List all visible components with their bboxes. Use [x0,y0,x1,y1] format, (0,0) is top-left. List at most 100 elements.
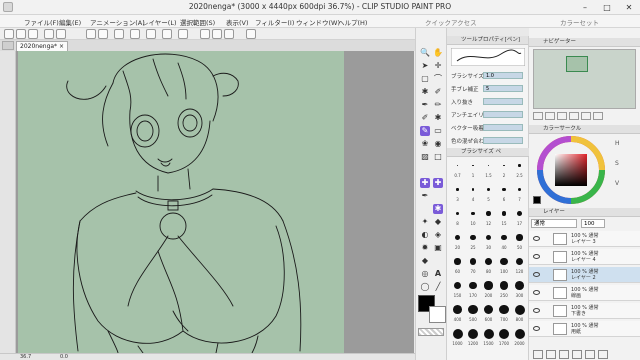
fit-icon[interactable] [557,112,567,120]
brush-size-cell[interactable]: 170 [466,278,481,301]
brush-size-cell[interactable]: 70 [466,254,481,277]
canvas-viewport[interactable] [16,51,414,353]
text-tool-icon[interactable]: ✒ [420,191,430,201]
figure-tool-icon[interactable]: □ [433,152,443,162]
opacity-field[interactable]: 100 [581,219,605,228]
brush-size-cell[interactable]: 12 [481,206,496,229]
pencil-tool-icon[interactable]: ✏ [433,100,443,110]
crop-icon[interactable] [162,29,172,39]
minimize-button[interactable]: – [574,1,596,14]
brush-size-cell[interactable]: 1 [466,158,481,181]
rotate-left-icon[interactable] [569,112,579,120]
graphic-tool-icon[interactable]: ◆ [420,256,430,266]
lasso-tool-icon[interactable]: ⌒ [433,74,443,84]
zoom-in-icon[interactable] [533,112,543,120]
new-folder-icon[interactable] [559,350,569,359]
brush-size-cell[interactable]: 30 [481,230,496,253]
layer-row[interactable]: 100 % 通常 線画 [529,285,640,301]
shape-tool-icon[interactable]: ▣ [433,243,443,253]
brush-size-cell[interactable]: 50 [512,230,527,253]
open-file-icon[interactable] [16,29,26,39]
move-layer-tool-icon[interactable]: ✛ [433,61,443,71]
save-icon[interactable] [28,29,38,39]
brush-size-cell[interactable]: 120 [512,254,527,277]
liquify-tool-icon[interactable]: ✹ [420,243,430,253]
property-value[interactable] [483,137,523,144]
pen-tool-icon[interactable]: ✒ [420,100,430,110]
brush-size-cell[interactable]: 15 [497,206,512,229]
rotate-right-icon[interactable] [581,112,591,120]
stamp-tool-icon[interactable]: ◎ [420,269,430,279]
angle-readout[interactable]: 0.0 [60,354,68,360]
menu-filter[interactable]: フィルター(I) [255,17,294,27]
property-value[interactable]: 1.0 [483,72,523,79]
property-value[interactable] [483,124,523,131]
layer-row[interactable]: 100 % 通常 レイヤー 3 [529,231,640,247]
menu-layer[interactable]: レイヤー(L) [142,17,177,27]
brush-size-cell[interactable]: 150 [450,278,465,301]
maximize-button[interactable]: □ [596,1,618,14]
snap-special-ruler-icon[interactable] [224,29,234,39]
navigator-preview[interactable] [533,49,636,109]
delete-layer-icon[interactable] [598,350,608,359]
property-row[interactable]: 入り抜き [449,96,527,107]
undo-icon[interactable] [86,29,96,39]
balloon-shape-icon[interactable]: ◯ [420,282,430,292]
close-button[interactable]: ✕ [618,1,640,14]
brush-size-cell[interactable]: 80 [481,254,496,277]
property-value[interactable]: 5 [483,85,523,92]
menu-view[interactable]: 表示(V) [226,17,249,27]
layer-row[interactable]: 100 % 通常 レイヤー 4 [529,249,640,265]
property-value[interactable] [483,98,523,105]
line-tool-icon[interactable]: ╱ [433,282,443,292]
menu-edit[interactable]: 編集(E) [59,17,81,27]
brush-size-cell[interactable]: 2.5 [512,158,527,181]
operation-tool-icon[interactable]: ➤ [420,61,430,71]
blend-tool-icon[interactable]: ❀ [420,139,430,149]
redo-icon[interactable] [98,29,108,39]
blur-tool-icon[interactable]: ◐ [420,230,430,240]
color-wheel[interactable] [537,136,609,204]
print-icon[interactable] [56,29,66,39]
brush-size-cell[interactable]: 700 [497,302,512,325]
vector-tool-icon[interactable]: ◆ [433,217,443,227]
brush-tool-icon[interactable]: ✐ [420,113,430,123]
selection-tool-icon[interactable]: ▢ [420,74,430,84]
canvas-drawing[interactable] [18,51,344,353]
correct-line-tool-icon[interactable]: ✦ [420,217,430,227]
brush-size-cell[interactable]: 2 [497,158,512,181]
auto-select-tool-icon[interactable]: ✱ [420,87,430,97]
menu-selection[interactable]: 選択範囲(S) [180,17,215,27]
brush-size-cell[interactable]: 1.5 [481,158,496,181]
property-row[interactable]: ベクター吸着 [449,122,527,133]
select-all-icon[interactable] [178,29,188,39]
brush-size-cell[interactable]: 600 [481,302,496,325]
brush-size-cell[interactable]: 10 [466,206,481,229]
menu-window[interactable]: ウィンドウ(W) [296,17,340,27]
brush-size-cell[interactable]: 400 [450,302,465,325]
transparent-color-swatch[interactable] [418,328,444,336]
sub-color-swatch[interactable] [429,306,446,323]
brush-size-cell[interactable]: 7 [512,182,527,205]
brush-size-cell[interactable]: 5 [481,182,496,205]
property-row[interactable]: 色の混ぜ合わせ [449,135,527,146]
menu-help[interactable]: ヘルプ(H) [338,17,367,27]
eye-icon[interactable] [533,272,540,277]
brush-size-cell[interactable]: 17 [512,206,527,229]
deselect-icon[interactable] [146,29,156,39]
brush-size-cell[interactable]: 300 [512,278,527,301]
current-color-chip[interactable] [533,196,541,204]
brush-size-cell[interactable]: 800 [512,302,527,325]
smudge-tool-icon[interactable]: ◈ [433,230,443,240]
eye-icon[interactable] [533,308,540,313]
zoom-out-icon[interactable] [545,112,555,120]
brush-size-cell[interactable]: 200 [481,278,496,301]
balloon-tool-icon[interactable]: ✱ [433,204,443,214]
frame-tool-icon[interactable]: ✚ [420,178,430,188]
brush-size-cell[interactable]: 100 [497,254,512,277]
brush-size-cell[interactable]: 6 [497,182,512,205]
hand-tool-icon[interactable]: ✋ [433,48,443,58]
brush-size-cell[interactable]: 40 [497,230,512,253]
layer-row[interactable]: 100 % 通常 下書き [529,303,640,319]
menu-file[interactable]: ファイル(F) [24,17,59,27]
